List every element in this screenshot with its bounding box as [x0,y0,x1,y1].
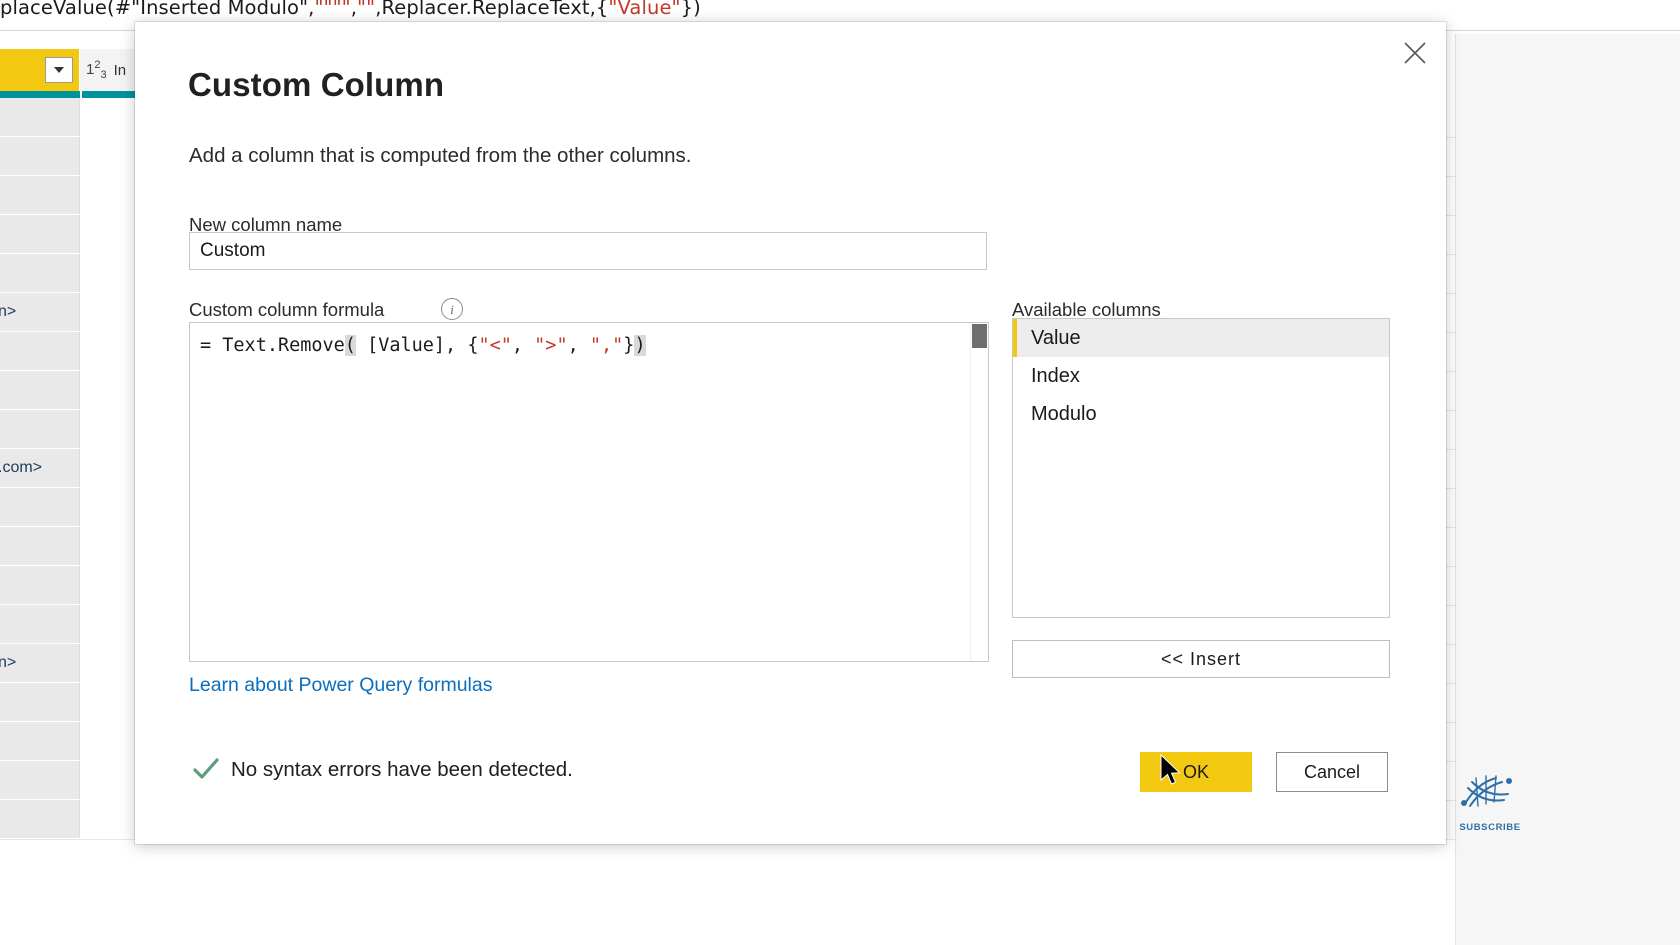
column-header-selected[interactable] [0,49,80,91]
formula-bar-prefix: placeValue(#"Inserted Modulo", [0,0,315,19]
grid-cell[interactable] [0,176,80,214]
grid-cell[interactable] [0,371,80,409]
formula-scrollbar-thumb[interactable] [972,324,987,348]
formula-bar-value-literal: "Value" [608,0,681,19]
new-column-name-input[interactable] [189,232,987,270]
available-column-item[interactable]: Value [1013,319,1389,357]
grid-cell[interactable] [0,527,80,565]
grid-cell[interactable] [0,761,80,799]
check-icon [193,758,219,779]
grid-cell[interactable] [0,98,80,136]
available-column-item[interactable]: Modulo [1013,395,1389,433]
cancel-button[interactable]: Cancel [1276,752,1388,792]
available-column-item[interactable]: Index [1013,357,1389,395]
formula-text: = Text.Remove( [Value], {"<", ">", ","}) [200,333,646,359]
ok-button[interactable]: OK [1140,752,1252,792]
custom-column-formula-input[interactable]: = Text.Remove( [Value], {"<", ">", ","}) [189,322,989,662]
formula-literal-comma: "," [589,335,624,356]
grid-cell[interactable] [0,410,80,448]
column-header-label: In [113,61,127,79]
formula-scrollbar[interactable] [970,323,988,661]
number-type-icon: 123 [86,59,107,81]
formula-close-brace: } [623,335,635,356]
formula-literal-lt: "<" [478,335,512,356]
formula-bar-quad-quote: """" [314,0,351,19]
syntax-status: No syntax errors have been detected. [193,758,573,782]
grid-cell[interactable] [0,722,80,760]
dialog-description: Add a column that is computed from the o… [189,144,692,167]
formula-args: [Value], { [355,335,479,356]
formula-bar-empty-string: "" [357,0,376,19]
insert-column-button[interactable]: << Insert [1012,640,1390,678]
grid-cell[interactable]: n> [0,644,80,682]
formula-literal-gt: ">" [534,335,568,356]
formula-sep-2: , [567,335,590,356]
grid-cell[interactable] [0,800,80,838]
grid-cell[interactable] [0,137,80,175]
column-accent-selected [0,91,80,98]
grid-cell[interactable]: .com> [0,449,80,487]
info-icon[interactable]: i [441,298,463,320]
available-columns-list[interactable]: Value Index Modulo [1012,318,1390,618]
formula-lead: = Text.Remove [200,335,345,356]
column-filter-button[interactable] [45,57,73,83]
formula-sep-1: , [511,335,535,356]
subscribe-watermark: SUBSCRIBE [1451,768,1529,833]
grid-cell[interactable] [0,683,80,721]
learn-power-query-formulas-link[interactable]: Learn about Power Query formulas [189,674,493,697]
subscribe-label: SUBSCRIBE [1459,822,1521,833]
formula-bar-replacer: ,Replacer.ReplaceText,{ [375,0,609,19]
grid-cell[interactable] [0,254,80,292]
chevron-down-icon [54,67,64,73]
formula-close-paren: ) [634,335,646,356]
custom-column-dialog: Custom Column Add a column that is compu… [135,22,1446,844]
grid-cell[interactable] [0,566,80,604]
grid-cell[interactable]: n> [0,293,80,331]
dialog-title: Custom Column [188,66,445,103]
formula-open-paren: ( [344,335,356,356]
formula-bar-suffix: }) [680,0,701,19]
grid-cell[interactable] [0,215,80,253]
close-icon[interactable] [1392,30,1438,76]
custom-column-formula-label: Custom column formula [189,299,385,320]
syntax-status-message: No syntax errors have been detected. [231,758,573,781]
grid-cell[interactable] [0,605,80,643]
subscribe-doodle-icon [1461,775,1512,807]
grid-cell[interactable] [0,488,80,526]
grid-cell[interactable] [0,332,80,370]
